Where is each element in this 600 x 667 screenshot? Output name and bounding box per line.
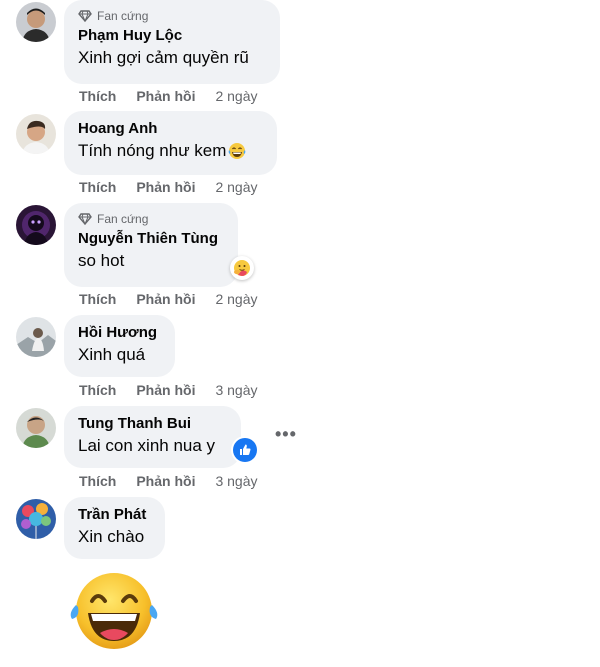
- comment-text: Lai con xinh nua y: [78, 436, 216, 455]
- comment-time[interactable]: 2 ngày: [215, 291, 257, 307]
- comment-text: Xinh quá: [78, 345, 146, 364]
- comment-author[interactable]: Phạm Huy Lộc: [78, 26, 266, 46]
- avatar[interactable]: [16, 317, 56, 357]
- like-reaction-icon[interactable]: [233, 438, 257, 462]
- comment-actions: Thích Phản hồi 2 ngày: [79, 179, 258, 195]
- comment-text: Xin chào: [78, 527, 145, 546]
- like-button[interactable]: Thích: [79, 382, 116, 398]
- comment-bubble: Hoang Anh Tính nóng như kem: [64, 111, 277, 175]
- avatar[interactable]: [16, 2, 56, 42]
- reply-button[interactable]: Phản hồi: [136, 179, 195, 195]
- badge-label: Fan cứng: [97, 212, 149, 226]
- comment-actions: Thích Phản hồi 3 ngày: [79, 473, 258, 489]
- comment-author[interactable]: Nguyễn Thiên Tùng: [78, 229, 224, 249]
- like-button[interactable]: Thích: [79, 291, 116, 307]
- comment-author[interactable]: Tung Thanh Bui: [78, 414, 227, 434]
- fan-badge: Fan cứng: [78, 211, 224, 227]
- comment-text: Xinh gợi cảm quyền rũ: [78, 48, 249, 67]
- diamond-icon: [78, 213, 92, 225]
- reply-button[interactable]: Phản hồi: [136, 473, 195, 489]
- avatar[interactable]: [16, 408, 56, 448]
- fan-badge: Fan cứng: [78, 8, 266, 24]
- laughing-tears-emoji-icon: [229, 143, 246, 159]
- comment-bubble: Fan cứng Phạm Huy Lộc Xinh gợi cảm quyền…: [64, 0, 280, 84]
- comment-actions: Thích Phản hồi 2 ngày: [79, 291, 258, 307]
- like-button[interactable]: Thích: [79, 179, 116, 195]
- laughing-tears-sticker: [68, 571, 160, 656]
- avatar[interactable]: [16, 205, 56, 245]
- comment-time[interactable]: 2 ngày: [215, 88, 257, 104]
- comment-text-content: Tính nóng như kem: [78, 141, 227, 160]
- comment-author[interactable]: Hoang Anh: [78, 119, 263, 139]
- reply-button[interactable]: Phản hồi: [136, 291, 195, 307]
- diamond-icon: [78, 10, 92, 22]
- comment-time[interactable]: 3 ngày: [215, 382, 257, 398]
- comment-time[interactable]: 2 ngày: [215, 179, 257, 195]
- care-reaction-icon[interactable]: [230, 256, 254, 280]
- comment-actions: Thích Phản hồi 2 ngày: [79, 88, 258, 104]
- avatar[interactable]: [16, 114, 56, 154]
- comment-bubble: Hồi Hương Xinh quá: [64, 315, 175, 377]
- comment-bubble: Fan cứng Nguyễn Thiên Tùng so hot: [64, 203, 238, 287]
- badge-label: Fan cứng: [97, 9, 149, 23]
- comment-author[interactable]: Hồi Hương: [78, 323, 161, 343]
- comment-text: Tính nóng như kem: [78, 139, 263, 163]
- more-options-icon[interactable]: •••: [275, 424, 297, 445]
- comment-bubble: Trần Phát Xin chào: [64, 497, 165, 559]
- comment-bubble: Tung Thanh Bui Lai con xinh nua y: [64, 406, 241, 468]
- comment-text: so hot: [78, 251, 125, 270]
- reply-button[interactable]: Phản hồi: [136, 382, 195, 398]
- comment-author[interactable]: Trần Phát: [78, 505, 151, 525]
- reply-button[interactable]: Phản hồi: [136, 88, 195, 104]
- comment-time[interactable]: 3 ngày: [215, 473, 257, 489]
- avatar[interactable]: [16, 499, 56, 539]
- comment-actions: Thích Phản hồi 3 ngày: [79, 382, 258, 398]
- like-button[interactable]: Thích: [79, 473, 116, 489]
- like-button[interactable]: Thích: [79, 88, 116, 104]
